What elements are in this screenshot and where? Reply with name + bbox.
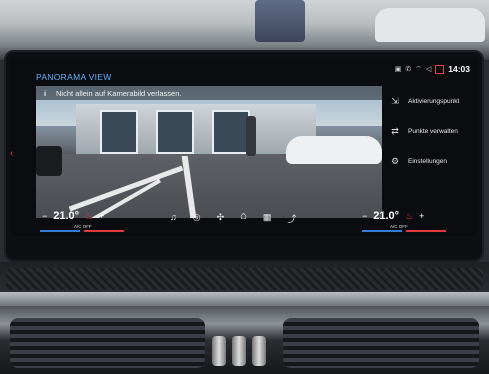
camera-warning-text: Nicht allein auf Kamerabild verlassen. <box>56 88 182 98</box>
background-car <box>375 8 485 42</box>
temp-right[interactable]: 21.0° <box>373 210 399 222</box>
camera-parked-car <box>286 136 382 164</box>
navigation-icon[interactable]: ◎ <box>193 212 201 225</box>
vent-knob[interactable] <box>212 336 226 366</box>
vehicle-icon: ▣ <box>394 66 402 73</box>
phone-icon: ✆ <box>405 66 412 73</box>
page-title: PANORAMA VIEW <box>36 72 112 82</box>
status-bar: ▣ ✆ ⌔ ◁ 14:03 <box>395 64 470 74</box>
climate-right: − 21.0° ♨ + <box>362 210 424 222</box>
side-menu: ⇲ Aktivierungspunkt ⇄ Punkte verwalten ⚙… <box>388 86 474 176</box>
vent-knob[interactable] <box>252 336 266 366</box>
apps-icon[interactable]: ▦ <box>263 212 272 225</box>
temp-bar-right-red <box>406 230 446 232</box>
vent-knob[interactable] <box>232 336 246 366</box>
temp-left[interactable]: 21.0° <box>53 210 79 222</box>
menu-item-settings[interactable]: ⚙ Einstellungen <box>388 146 474 176</box>
seat-heat-right-icon[interactable]: ♨ <box>405 211 413 222</box>
temp-bar-right-blue <box>362 230 402 232</box>
clock: 14:03 <box>448 64 470 74</box>
temp-minus-right-button[interactable]: − <box>362 211 367 221</box>
background-person <box>255 0 305 42</box>
menu-item-activation-point[interactable]: ⇲ Aktivierungspunkt <box>388 86 474 116</box>
infotainment-screen: PANORAMA VIEW ▣ ✆ ⌔ ◁ 14:03 ‹ i Nicht al… <box>10 58 478 236</box>
temp-plus-right-button[interactable]: + <box>419 211 424 221</box>
camera-window <box>212 110 250 154</box>
dashboard-chrome-trim <box>0 292 489 306</box>
manage-points-icon: ⇄ <box>391 125 399 136</box>
temp-bar-left-red <box>84 230 124 232</box>
menu-item-label: Aktivierungspunkt <box>408 97 460 105</box>
air-vent-left[interactable] <box>10 318 205 368</box>
temp-plus-left-button[interactable]: + <box>99 211 104 221</box>
camera-window <box>156 110 194 154</box>
camera-dark-car <box>36 146 62 176</box>
volume-mute-icon: ◁ <box>425 66 432 73</box>
camera-warning: i Nicht allein auf Kamerabild verlassen. <box>36 86 382 100</box>
notification-icon[interactable] <box>435 64 445 74</box>
gear-icon: ⚙ <box>390 155 400 166</box>
activation-point-icon: ⇲ <box>391 95 399 106</box>
bottom-bar: − 21.0° ♨ + A/C OFF ♫ ◎ ✣ ⌂ ▦ ⤴ − 21.0° … <box>10 208 478 236</box>
dashboard-trim-pattern <box>6 268 483 290</box>
home-icon[interactable]: ⌂ <box>240 210 247 225</box>
camera-window <box>100 110 138 154</box>
climate-left: − 21.0° ♨ + <box>42 210 104 222</box>
menu-item-manage-points[interactable]: ⇄ Punkte verwalten <box>388 116 474 146</box>
camera-person <box>246 116 256 156</box>
temp-bar-left-blue <box>40 230 80 232</box>
music-icon[interactable]: ♫ <box>170 212 177 225</box>
air-vent-right[interactable] <box>283 318 479 368</box>
chevron-left-icon[interactable]: ‹ <box>10 148 13 159</box>
wifi-icon: ⌔ <box>415 65 422 73</box>
bottom-nav: ♫ ◎ ✣ ⌂ ▦ ⤴ <box>170 210 296 225</box>
menu-item-label: Einstellungen <box>408 157 448 165</box>
ac-status-left: A/C OFF <box>74 224 92 229</box>
ac-status-right: A/C OFF <box>390 224 408 229</box>
menu-item-label: Punkte verwalten <box>408 127 458 135</box>
phone-icon[interactable]: ⤴ <box>287 212 296 225</box>
camera-view[interactable] <box>36 86 382 218</box>
temp-minus-left-button[interactable]: − <box>42 211 47 221</box>
fan-icon[interactable]: ✣ <box>217 212 225 225</box>
info-icon: i <box>43 88 47 98</box>
seat-heat-left-icon[interactable]: ♨ <box>85 211 93 222</box>
